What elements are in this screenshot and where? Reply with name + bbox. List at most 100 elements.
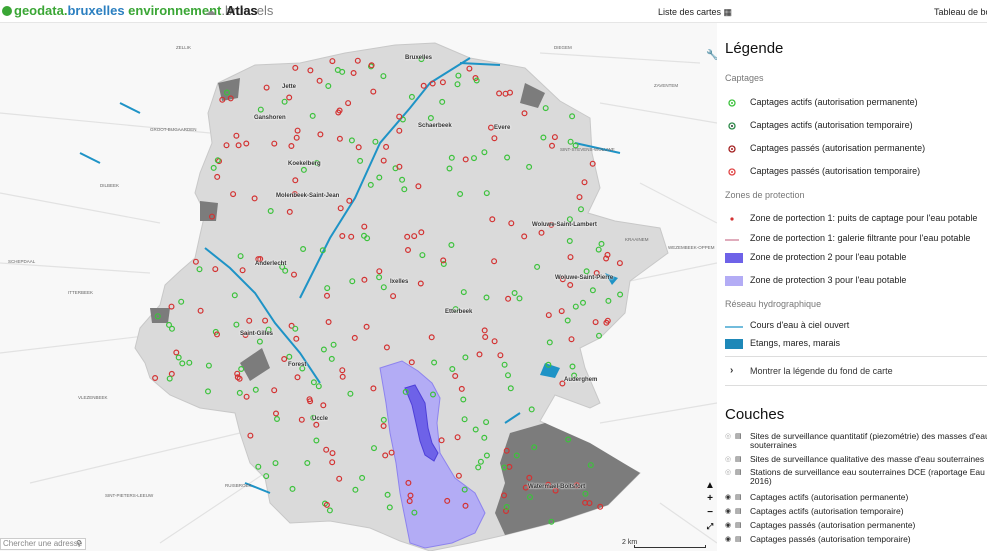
layer-label: Captages actifs (autorisation temporaire… bbox=[750, 506, 904, 516]
search-icon[interactable]: ⚲ bbox=[76, 539, 82, 548]
commune-label: Etterbeek bbox=[445, 309, 473, 315]
scale-bar bbox=[634, 545, 706, 548]
table-icon[interactable]: ▤ bbox=[735, 432, 742, 441]
eye-icon[interactable]: ◉ bbox=[725, 535, 731, 544]
legend-label: Captages actifs (autorisation permanente… bbox=[750, 97, 918, 107]
red-ring-dot-icon bbox=[728, 145, 736, 153]
outer-town-label: ZELLIK bbox=[176, 45, 192, 50]
outer-town-label: ITTERBEEK bbox=[68, 290, 94, 295]
commune-label: Anderlecht bbox=[255, 261, 287, 267]
outer-town-label: DIEGEM bbox=[554, 45, 572, 50]
blue-line-icon bbox=[725, 326, 743, 328]
commune-label: Bruxelles bbox=[405, 55, 433, 61]
commune-label: Koekelberg bbox=[288, 161, 321, 167]
eye-icon[interactable]: ◎ bbox=[725, 432, 731, 441]
divider bbox=[725, 356, 987, 357]
map-list-link[interactable]: Liste des cartes ▦ bbox=[658, 7, 732, 18]
sonian-forest bbox=[495, 423, 640, 535]
legend-label: Zone de protection 2 pour l'eau potable bbox=[750, 252, 907, 262]
legend-panel: Légende Captages Captages actifs (autori… bbox=[717, 23, 987, 551]
outer-town-label: WEZEMBEEK-OPPEM bbox=[668, 245, 715, 250]
commune-label: Auderghem bbox=[564, 377, 598, 383]
logo-part-geodata: geodata. bbox=[14, 3, 68, 18]
commune-label: Forest bbox=[288, 362, 307, 368]
map-svg bbox=[0, 42, 717, 551]
commune-label: Ganshoren bbox=[254, 115, 286, 121]
legend-label: Captages actifs (autorisation temporaire… bbox=[750, 120, 913, 130]
commune-label: Evere bbox=[494, 125, 511, 131]
outer-town-label: VLEZENBEEK bbox=[78, 395, 108, 400]
red-ring-light-icon bbox=[728, 168, 736, 176]
outer-town-label: RUISBROEK bbox=[225, 483, 252, 488]
legend-title: Légende bbox=[725, 40, 784, 57]
eye-icon[interactable]: ◉ bbox=[725, 493, 731, 502]
commune-label: Molenbeek-Saint-Jean bbox=[276, 193, 340, 199]
outer-town-label: GROOT-BIJGAARDEN bbox=[150, 127, 197, 132]
commune-label: Jette bbox=[282, 84, 297, 90]
outer-town-label: DILBEEK bbox=[100, 183, 120, 188]
north-arrow-icon[interactable]: ▲ bbox=[705, 481, 715, 491]
commune-label: Woluwe-Saint-Pierre bbox=[555, 275, 614, 281]
show-basemap-legend-label: Montrer la légende du fond de carte bbox=[750, 366, 893, 376]
table-icon[interactable]: ▤ bbox=[735, 468, 742, 477]
outer-town-label: SCHEPDAAL bbox=[8, 259, 36, 264]
fullscreen-icon[interactable]: ⤢ bbox=[705, 522, 715, 532]
legend-label: Captages passés (autorisation temporaire… bbox=[750, 166, 921, 176]
outer-town-label: SINT-STEVENS-WOLUWE bbox=[560, 147, 615, 152]
zoom-out-button[interactable]: − bbox=[705, 508, 715, 518]
layer-label: Captages passés (autorisation temporaire… bbox=[750, 534, 911, 544]
pink-line-icon bbox=[725, 239, 739, 241]
leaf-icon bbox=[2, 6, 12, 16]
chevron-right-icon: › bbox=[730, 365, 734, 376]
zoom-in-button[interactable]: + bbox=[705, 494, 715, 504]
section-hydro: Réseau hydrographique bbox=[725, 299, 822, 309]
layer-label: Sites de surveillance quantitatif (piezo… bbox=[750, 431, 987, 450]
eye-icon[interactable]: ◉ bbox=[725, 521, 731, 530]
commune-label: Woluwe-Saint-Lambert bbox=[532, 222, 597, 228]
blue-rect-icon bbox=[725, 339, 743, 349]
section-zones: Zones de protection bbox=[725, 190, 805, 200]
legend-label: Captages passés (autorisation permanente… bbox=[750, 143, 926, 153]
legend-label: Cours d'eau à ciel ouvert bbox=[750, 320, 850, 330]
address-search-input[interactable]: Chercher une adresse ⚲ bbox=[0, 538, 86, 550]
layers-title: Couches bbox=[725, 406, 785, 423]
wrench-icon[interactable]: 🔧 bbox=[706, 50, 717, 61]
divider bbox=[725, 385, 987, 386]
cloud-icon: ☁ bbox=[205, 6, 216, 18]
eye-icon[interactable]: ◎ bbox=[725, 455, 731, 464]
commune-label: Schaerbeek bbox=[418, 123, 452, 129]
layer-label: Captages passés (autorisation permanente… bbox=[750, 520, 916, 530]
outer-town-label: KRAAINEM bbox=[625, 237, 649, 242]
dashboard-link[interactable]: Tableau de bord bbox=[934, 7, 987, 17]
top-bar: geodata.bruxelles environnement.brussels… bbox=[0, 0, 987, 23]
commune-label: Watermael-Boitsfort bbox=[528, 484, 586, 490]
logo-part-bruxelles: bruxelles bbox=[67, 3, 125, 18]
layer-label: Captages actifs (autorisation permanente… bbox=[750, 492, 909, 502]
table-icon[interactable]: ▤ bbox=[735, 535, 742, 544]
search-placeholder: Chercher une adresse bbox=[3, 539, 83, 548]
outer-town-label: ZAVENTEM bbox=[654, 83, 679, 88]
legend-label: Zone de portection 1: galerie filtrante … bbox=[750, 233, 971, 243]
eye-icon[interactable]: ◎ bbox=[725, 468, 731, 477]
green-ring-dark-dot-icon bbox=[728, 122, 736, 130]
legend-label: Etangs, mares, marais bbox=[750, 338, 841, 348]
map-canvas[interactable]: Bruxelles Jette Ganshoren Koekelberg Mol… bbox=[0, 23, 717, 551]
app-title: Atlas bbox=[226, 3, 258, 18]
layer-label: Sites de surveillance qualitative des ma… bbox=[750, 454, 985, 464]
legend-label: Zone de protection 3 pour l'eau potable bbox=[750, 275, 907, 285]
outer-town-label: SINT-PIETERS-LEEUW bbox=[105, 493, 154, 498]
eye-icon[interactable]: ◉ bbox=[725, 507, 731, 516]
green-circle-dot-icon bbox=[728, 99, 736, 107]
commune-label: Saint-Gilles bbox=[240, 331, 274, 337]
commune-label: Ixelles bbox=[390, 279, 409, 285]
red-dot-icon bbox=[730, 217, 734, 221]
grid-icon: ▦ bbox=[723, 7, 733, 17]
table-icon[interactable]: ▤ bbox=[735, 493, 742, 502]
commune-label: Uccle bbox=[312, 416, 329, 422]
table-icon[interactable]: ▤ bbox=[735, 507, 742, 516]
lilac-rect-icon bbox=[725, 276, 743, 286]
map-list-label: Liste des cartes bbox=[658, 7, 722, 17]
section-captages: Captages bbox=[725, 73, 764, 83]
table-icon[interactable]: ▤ bbox=[735, 455, 742, 464]
table-icon[interactable]: ▤ bbox=[735, 521, 742, 530]
